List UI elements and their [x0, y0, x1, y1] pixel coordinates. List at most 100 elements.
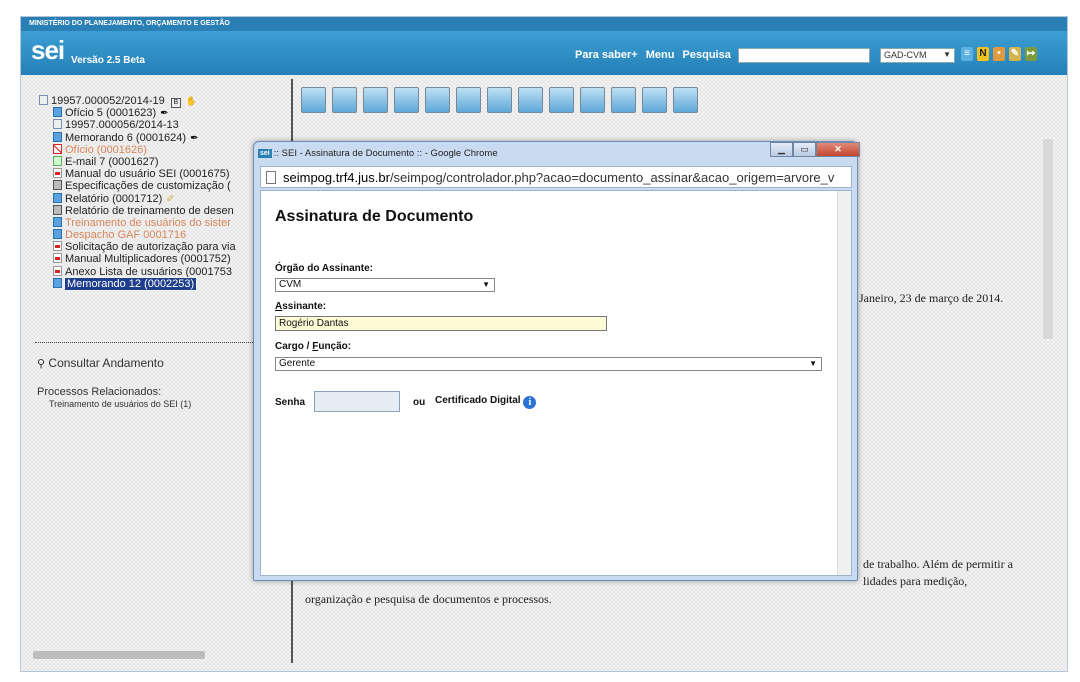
tree-item[interactable]: Ofício (0001626) [39, 143, 236, 156]
document-date-text: Janeiro, 23 de março de 2014. [859, 291, 1004, 305]
version-label: Versão 2.5 Beta [71, 55, 145, 66]
vertical-scrollbar[interactable] [1043, 139, 1053, 339]
tree-item-label: Manual Multiplicadores (0001752) [65, 253, 231, 266]
popup-scrollbar[interactable] [837, 191, 851, 575]
tree-item-label: Especificações de customização ( [65, 180, 231, 193]
signature-pen-icon: ✒ [160, 108, 169, 120]
tree-item[interactable]: Especificações de customização ( [39, 180, 236, 192]
search-input[interactable] [738, 48, 870, 63]
tree-item[interactable]: E-mail 7 (0001627) [39, 155, 236, 168]
tree-item[interactable]: 19957.000056/2014-13 [39, 119, 236, 131]
senha-input[interactable] [314, 391, 400, 412]
toolbar-sign-icon[interactable] [487, 87, 512, 113]
document-icon [53, 107, 62, 118]
process-icon [39, 95, 48, 105]
document-icon [53, 216, 62, 227]
tree-item[interactable]: Solicitação de autorização para via [39, 241, 236, 253]
document-icon [53, 131, 62, 142]
consultar-andamento-link[interactable]: ⚲ Consultar Andamento [37, 356, 164, 370]
orgao-label: Órgão do Assinante: [275, 263, 373, 274]
assinante-input[interactable]: Rogério Dantas [275, 316, 607, 331]
email-icon [53, 155, 62, 166]
pdf-icon [53, 253, 62, 264]
tree-item[interactable]: Relatório de treinamento de desen [39, 204, 236, 217]
pdf-icon [53, 168, 62, 179]
window-controls: ▁ ▭ ✕ [770, 142, 860, 157]
pdf-icon [53, 241, 62, 252]
close-button[interactable]: ✕ [816, 142, 860, 157]
tree-item[interactable]: Ofício 5 (0001623) ✒ [39, 107, 236, 119]
tree-item[interactable]: Treinamento de usuários do sister [39, 216, 236, 229]
sei-favicon-icon: sei [258, 149, 272, 158]
toolbar-star-doc-icon[interactable] [611, 87, 636, 113]
toolbar-trash-icon[interactable] [673, 87, 698, 113]
toolbar-edit-icon[interactable] [394, 87, 419, 113]
header-bar: sei Versão 2.5 Beta Para saber+ Menu Pes… [21, 31, 1067, 75]
tree-item-label: 19957.000056/2014-13 [65, 119, 179, 132]
popup-title: sei:: SEI - Assinatura de Documento :: -… [258, 148, 498, 159]
consultar-andamento-label: Consultar Andamento [48, 356, 164, 370]
exit-icon[interactable]: ↦ [1025, 47, 1037, 61]
process-tree: 19957.000052/2014-19 B ✋ Ofício 5 (00016… [39, 95, 236, 291]
header-icons: ≡ N • ✎ ↦ [961, 47, 1037, 61]
senha-label: Senha [275, 397, 306, 408]
toolbar-move-icon[interactable] [549, 87, 574, 113]
toolbar-users-icon[interactable] [363, 87, 388, 113]
document-body-text: de trabalho. Além de permitir a [863, 557, 1013, 571]
magnifier-icon: ⚲ [37, 358, 46, 370]
spreadsheet-icon [53, 204, 62, 215]
tree-item[interactable]: Memorando 6 (0001624) ✒ [39, 131, 236, 144]
certificado-digital-option[interactable]: Certificado Digital i [435, 395, 537, 409]
pdf-icon [53, 265, 62, 276]
maximize-button[interactable]: ▭ [793, 142, 816, 157]
toolbar-cancel-icon[interactable] [580, 87, 605, 113]
notes-icon[interactable]: N [977, 47, 989, 61]
document-icon [53, 277, 62, 288]
sei-logo[interactable]: sei [31, 35, 65, 66]
toolbar-disk-icon[interactable] [456, 87, 481, 113]
key-icon: ✐ [166, 193, 175, 205]
url-path: /seimpog/controlador.php?acao=documento_… [389, 170, 835, 185]
document-body-text: lidades para medição, [863, 574, 968, 588]
cargo-select-value: Gerente [279, 358, 316, 369]
minimize-button[interactable]: ▁ [770, 142, 793, 157]
signature-pen-icon: ✒ [190, 132, 199, 144]
chevron-down-icon: ▼ [482, 280, 490, 289]
related-process-link[interactable]: Treinamento de usuários do SEI (1) [49, 399, 191, 409]
tree-separator [35, 342, 281, 343]
tree-item-label: Despacho GAF 0001716 [65, 229, 187, 242]
tree-item[interactable]: Despacho GAF 0001716 [39, 229, 236, 241]
link-para-saber[interactable]: Para saber+ [575, 49, 638, 61]
cargo-select[interactable]: Gerente ▼ [275, 357, 822, 371]
unit-select[interactable]: GAD-CVM ▼ [880, 48, 955, 63]
orgao-select[interactable]: CVM ▼ [275, 278, 495, 292]
toolbar-block-icon[interactable] [518, 87, 543, 113]
popup-title-text: :: SEI - Assinatura de Documento :: - Go… [273, 148, 498, 159]
cargo-label-text: Cargo / [275, 341, 313, 352]
horizontal-scrollbar[interactable] [33, 651, 205, 659]
tree-item-selected[interactable]: Memorando 12 (0002253) [39, 276, 236, 291]
toolbar-copy-icon[interactable] [642, 87, 667, 113]
link-menu[interactable]: Menu [646, 49, 675, 61]
tree-item[interactable]: Manual Multiplicadores (0001752) [39, 253, 236, 265]
user-icon[interactable]: • [993, 47, 1005, 61]
tree-root[interactable]: 19957.000052/2014-19 B ✋ [39, 95, 236, 108]
tree-item[interactable]: Relatório (0001712) ✐ [39, 192, 236, 205]
document-icon [53, 229, 62, 240]
info-icon[interactable]: i [523, 396, 537, 409]
toolbar-send-icon[interactable] [301, 87, 326, 113]
toolbar-thumbs-icon[interactable] [332, 87, 357, 113]
toolbar-print-icon[interactable] [425, 87, 450, 113]
document-icon [53, 192, 62, 203]
tools-icon[interactable]: ✎ [1009, 47, 1021, 61]
process-icon [53, 119, 62, 130]
list-icon[interactable]: ≡ [961, 47, 973, 61]
tree-item-label: Solicitação de autorização para via [65, 241, 236, 254]
hand-icon[interactable]: ✋ [186, 96, 197, 106]
address-bar[interactable]: seimpog.trf4.jus.br/seimpog/controlador.… [260, 166, 852, 188]
chevron-down-icon: ▼ [809, 359, 817, 368]
document-toolbar [301, 87, 698, 113]
link-pesquisa[interactable]: Pesquisa [683, 49, 731, 61]
tree-item[interactable]: Manual do usuário SEI (0001675) [39, 168, 236, 180]
tree-item[interactable]: Anexo Lista de usuários (0001753 [39, 265, 236, 278]
